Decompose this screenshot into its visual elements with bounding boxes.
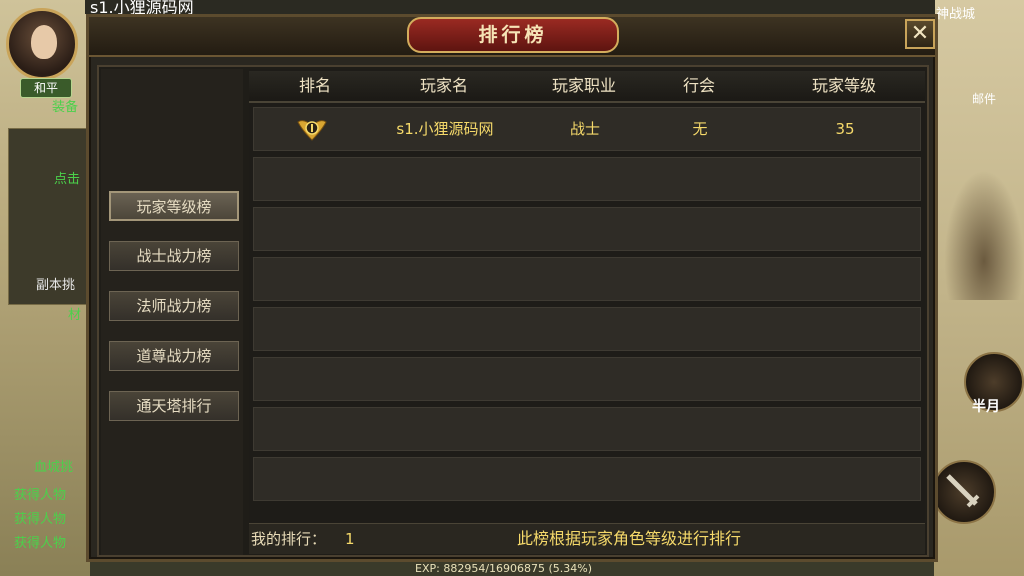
table-row-empty <box>253 157 921 201</box>
cell-player-class: 战士 <box>569 120 600 138</box>
my-rank-label: 我的排行： <box>251 530 327 548</box>
avatar-portrait <box>31 25 57 59</box>
left-hud-text: 点击 <box>54 172 81 187</box>
cell-player-name: s1.小狸源码网 <box>396 120 494 138</box>
top-toolbar-strip <box>85 0 935 14</box>
tab-player-level[interactable]: 玩家等级榜 <box>109 191 239 221</box>
left-hud-text: 血城挑 <box>34 460 74 475</box>
tab-column: 玩家等级榜 战士战力榜 法师战力榜 道尊战力榜 通天塔排行 <box>101 69 243 555</box>
tab-warrior-power[interactable]: 战士战力榜 <box>109 241 239 271</box>
column-header-player: 玩家名 <box>419 76 468 95</box>
player-avatar[interactable] <box>6 8 78 80</box>
cell-guild: 无 <box>692 120 708 138</box>
column-header-rank: 排名 <box>298 76 331 95</box>
table-row-empty <box>253 407 921 451</box>
table-row-empty <box>253 307 921 351</box>
attack-button[interactable] <box>932 460 996 524</box>
dialog-title: 排行榜 <box>478 24 548 46</box>
exp-readout: EXP: 882954/16906875 (5.34%) <box>415 562 593 575</box>
chat-line: 获得人物 <box>14 488 67 503</box>
chat-line: 获得人物 <box>14 512 67 527</box>
ranking-dialog: 排行榜 ✕ 玩家等级榜 战士战力榜 法师战力榜 道尊战力榜 通天塔排行 排名 玩… <box>86 14 938 562</box>
skill-label: 半月 <box>972 399 1000 415</box>
ranking-table: 排名 玩家名 玩家职业 行会 玩家等级 s1.小狸源码网 战士 无 35 <box>249 69 925 553</box>
my-rank-value: 1 <box>345 530 355 548</box>
title-plate: 排行榜 <box>407 17 619 53</box>
rank-medal-icon <box>297 120 327 141</box>
column-header-guild: 行会 <box>682 76 715 95</box>
tab-taoist-power[interactable]: 道尊战力榜 <box>109 341 239 371</box>
table-row[interactable]: s1.小狸源码网 战士 无 35 <box>253 107 921 151</box>
close-button[interactable]: ✕ <box>905 19 935 49</box>
table-header: 排名 玩家名 玩家职业 行会 玩家等级 <box>249 71 925 103</box>
tree-decoration <box>944 170 1024 300</box>
tab-mage-power[interactable]: 法师战力榜 <box>109 291 239 321</box>
ranking-footer: 我的排行： 1 此榜根据玩家角色等级进行排行 <box>249 523 925 554</box>
map-name-label: 神战城 <box>936 7 976 22</box>
left-hud-text: 副本挑 <box>36 278 76 293</box>
table-row-empty <box>253 257 921 301</box>
pk-mode-button[interactable]: 和平 <box>20 78 72 98</box>
mail-button[interactable]: 邮件 <box>972 90 996 107</box>
chat-line: 获得人物 <box>14 536 67 551</box>
left-hud-text: 材 <box>68 308 82 323</box>
column-header-level: 玩家等级 <box>811 76 876 95</box>
ranking-note: 此榜根据玩家角色等级进行排行 <box>517 529 742 548</box>
table-row-empty <box>253 207 921 251</box>
cell-level: 35 <box>835 120 855 138</box>
sword-icon <box>946 474 980 508</box>
dialog-body: 玩家等级榜 战士战力榜 法师战力榜 道尊战力榜 通天塔排行 排名 玩家名 玩家职… <box>97 65 929 557</box>
table-row-empty <box>253 457 921 501</box>
column-header-class: 玩家职业 <box>551 76 616 95</box>
tab-tower-ranking[interactable]: 通天塔排行 <box>109 391 239 421</box>
left-hud-text: 装备 <box>52 100 79 115</box>
dialog-header: 排行榜 ✕ <box>89 17 935 57</box>
table-row-empty <box>253 357 921 401</box>
